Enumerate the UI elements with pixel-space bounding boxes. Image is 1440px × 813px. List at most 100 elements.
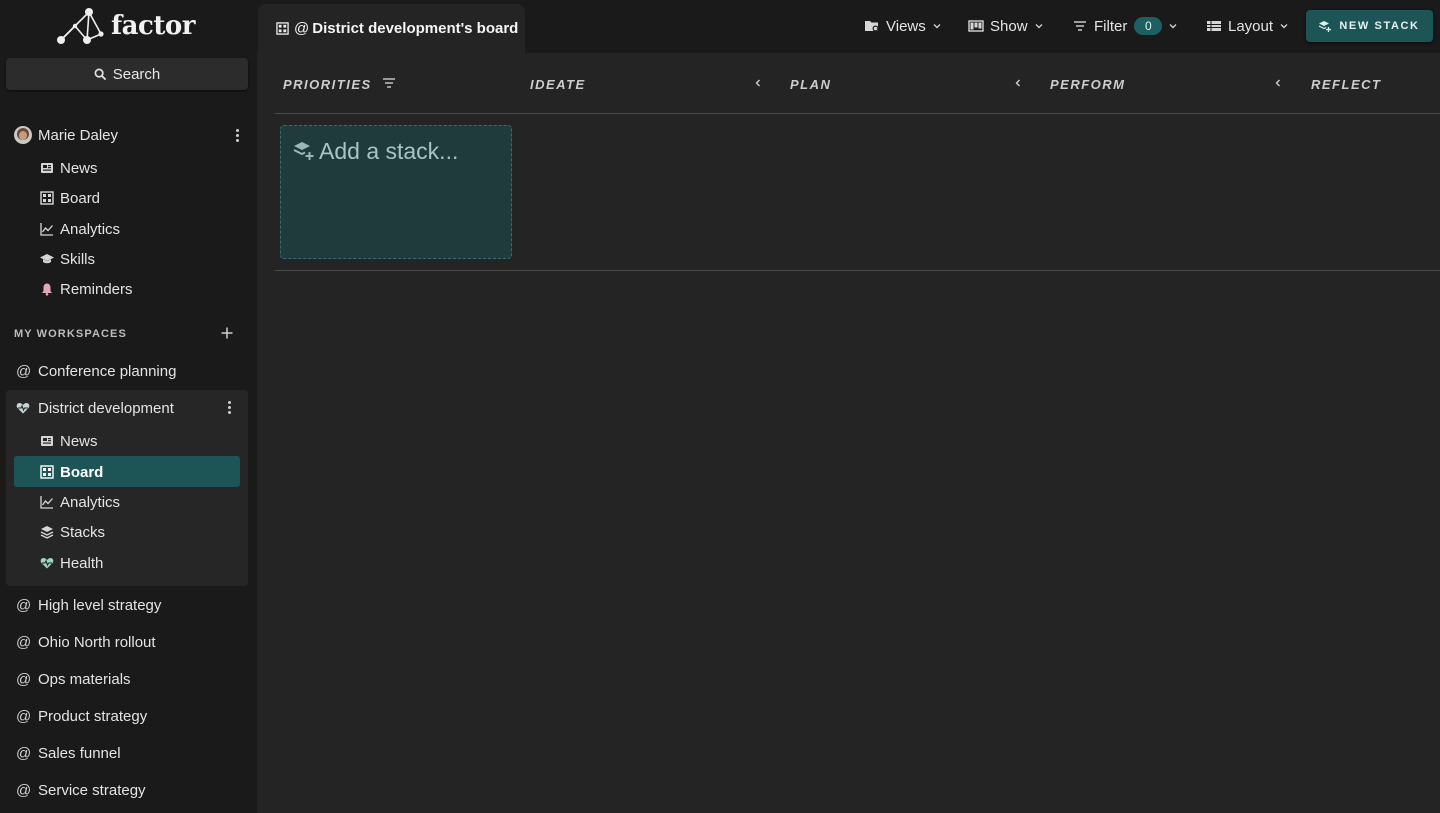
add-workspace-plus-icon[interactable] [219, 325, 235, 341]
heart-pulse-icon [16, 401, 30, 415]
sidebar-item-ws-board[interactable]: Board [40, 460, 240, 484]
layout-label: Layout [1228, 17, 1274, 35]
heart-pulse-icon [40, 556, 54, 570]
filter-dropdown[interactable]: Filter 0 [1072, 15, 1178, 37]
sidebar-item-user-analytics[interactable]: Analytics [40, 217, 240, 241]
workspace-label: High level strategy [38, 596, 162, 614]
workspace-label: Sales funnel [38, 744, 121, 762]
logo-network-icon [57, 8, 104, 44]
sidebar-item-user-news[interactable]: News [40, 156, 240, 180]
chevron-down-icon [1169, 24, 1177, 29]
search-label: Search [112, 65, 161, 83]
workspace-label: Service strategy [38, 781, 146, 799]
column-header-reflect: REFLECT [1311, 76, 1382, 92]
filter-count-badge: 0 [1134, 17, 1163, 35]
sidebar-item-label: Stacks [60, 523, 106, 541]
sidebar-item-ws-news[interactable]: News [40, 429, 240, 453]
workspace-label: Product strategy [38, 707, 148, 725]
workspace-product-strategy[interactable]: @ Product strategy [16, 704, 246, 728]
workspace-ops-materials[interactable]: @ Ops materials [16, 667, 246, 691]
workspace-label: Ohio North rollout [38, 633, 156, 651]
user-name: Marie Daley [38, 126, 119, 144]
workspace-conference-planning[interactable]: @ Conference planning [16, 359, 246, 383]
chart-line-icon [40, 495, 54, 509]
sort-filter-icon[interactable] [382, 77, 396, 89]
sidebar: factor Search Marie Daley News Board Ana… [0, 0, 257, 813]
workspace-label: Conference planning [38, 362, 177, 380]
sidebar-item-ws-stacks[interactable]: Stacks [40, 520, 240, 544]
at-sign-icon: @ [16, 707, 32, 725]
table-layout-icon [1207, 21, 1221, 31]
sidebar-item-user-board[interactable]: Board [40, 186, 240, 210]
sidebar-item-label: Board [60, 189, 101, 207]
add-stack-label: Add a stack... [319, 138, 459, 164]
user-menu-kebab-icon[interactable] [230, 126, 244, 144]
at-sign-icon: @ [294, 20, 310, 37]
bell-icon [40, 282, 54, 296]
sidebar-item-label: Board [60, 463, 104, 481]
show-dropdown[interactable]: Show [968, 15, 1044, 37]
board-tab[interactable]: @ District development's board [258, 4, 525, 53]
column-header-ideate: IDEATE [530, 76, 586, 92]
sidebar-item-ws-health[interactable]: Health [40, 551, 240, 575]
sidebar-item-ws-analytics[interactable]: Analytics [40, 490, 240, 514]
columns-icon [968, 20, 984, 32]
collapse-chevron-left-icon[interactable] [1013, 78, 1023, 88]
tab-title: District development's board [312, 20, 519, 37]
grid-icon [40, 465, 54, 479]
sidebar-item-label: Reminders [60, 280, 133, 298]
app-logo[interactable]: factor [55, 6, 205, 46]
sidebar-item-user-skills[interactable]: Skills [40, 247, 240, 271]
workspace-service-strategy[interactable]: @ Service strategy [16, 778, 246, 802]
views-dropdown[interactable]: Views [864, 15, 942, 37]
chevron-down-icon [1280, 24, 1288, 29]
filter-lines-icon [1074, 21, 1086, 31]
sidebar-item-label: News [60, 432, 98, 450]
filter-label: Filter [1094, 17, 1128, 35]
column-header-perform: PERFORM [1050, 76, 1126, 92]
column-header-plan: PLAN [790, 76, 832, 92]
workspace-label: District development [38, 399, 174, 417]
folder-gear-icon [865, 21, 879, 32]
logo-text: factor [111, 11, 195, 41]
workspace-ohio-north-rollout[interactable]: @ Ohio North rollout [16, 630, 246, 654]
graduation-cap-icon [40, 252, 54, 266]
newspaper-icon [40, 161, 54, 175]
avatar [14, 126, 32, 144]
row-divider [275, 270, 1440, 271]
chevron-down-icon [933, 24, 941, 29]
new-stack-label: NEW STACK [1339, 20, 1420, 32]
header-divider [275, 113, 1440, 114]
sidebar-item-label: Analytics [60, 493, 121, 511]
stack-add-icon [293, 142, 314, 160]
search-icon [94, 68, 106, 80]
layers-icon [40, 525, 54, 539]
new-stack-button[interactable]: NEW STACK [1306, 10, 1433, 42]
layout-dropdown[interactable]: Layout [1206, 15, 1289, 37]
sidebar-item-label: Skills [60, 250, 96, 268]
sidebar-item-label: News [60, 159, 98, 177]
sidebar-item-label: Analytics [60, 220, 121, 238]
sidebar-item-label: Health [60, 554, 104, 572]
at-sign-icon: @ [16, 362, 32, 380]
workspace-menu-kebab-icon[interactable] [222, 398, 236, 416]
workspace-high-level-strategy[interactable]: @ High level strategy [16, 593, 246, 617]
workspace-sales-funnel[interactable]: @ Sales funnel [16, 741, 246, 765]
stack-add-icon [1319, 21, 1332, 32]
user-profile-row[interactable]: Marie Daley [14, 124, 244, 146]
grid-icon [276, 22, 289, 35]
search-button[interactable]: Search [6, 58, 248, 90]
views-label: Views [886, 17, 926, 35]
sidebar-item-user-reminders[interactable]: Reminders [40, 277, 240, 301]
add-stack-card[interactable]: Add a stack... [280, 125, 512, 259]
newspaper-icon [40, 434, 54, 448]
collapse-chevron-left-icon[interactable] [753, 78, 763, 88]
collapse-chevron-left-icon[interactable] [1273, 78, 1283, 88]
at-sign-icon: @ [16, 596, 32, 614]
workspace-district-development[interactable]: District development [16, 396, 246, 420]
grid-icon [40, 191, 54, 205]
chevron-down-icon [1035, 24, 1043, 29]
at-sign-icon: @ [16, 744, 32, 762]
at-sign-icon: @ [16, 633, 32, 651]
workspace-label: Ops materials [38, 670, 131, 688]
